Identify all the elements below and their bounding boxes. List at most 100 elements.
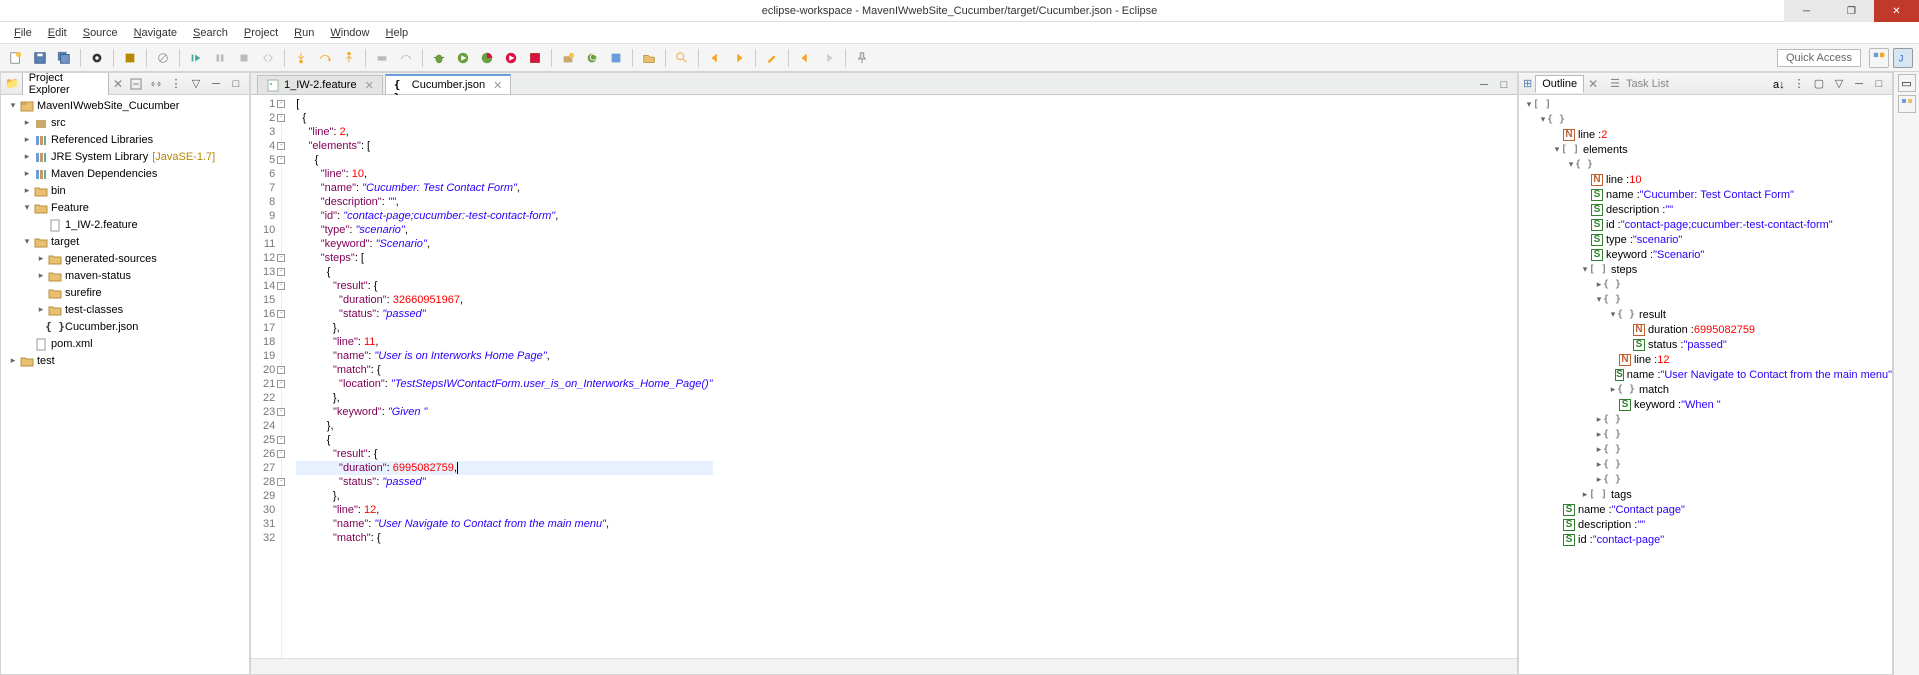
perspective-java-icon[interactable]: J — [1893, 48, 1913, 68]
tree-node[interactable]: ▾target — [1, 233, 249, 250]
outline-node[interactable]: Nline : 10 — [1519, 172, 1892, 187]
coverage-icon[interactable] — [477, 48, 497, 68]
pin-icon[interactable] — [852, 48, 872, 68]
close-icon[interactable]: ✕ — [1584, 77, 1602, 91]
menu-run[interactable]: Run — [286, 27, 322, 39]
tree-node[interactable]: ▸JRE System Library[JavaSE-1.7] — [1, 148, 249, 165]
maximize-icon[interactable]: □ — [1870, 75, 1888, 93]
runlast-icon[interactable] — [501, 48, 521, 68]
quick-access[interactable]: Quick Access — [1777, 49, 1861, 67]
outline-node[interactable]: ▸{ } — [1519, 457, 1892, 472]
tree-node[interactable]: 1_IW-2.feature — [1, 216, 249, 233]
outline-node[interactable]: Sstatus : "passed" — [1519, 337, 1892, 352]
view-menu-icon[interactable]: ▽ — [187, 75, 205, 93]
tree-node[interactable]: { }Cucumber.json — [1, 318, 249, 335]
menu-search[interactable]: Search — [185, 27, 236, 39]
outline-node[interactable]: ▸{ }match — [1519, 382, 1892, 397]
outline-node[interactable]: Nduration : 6995082759 — [1519, 322, 1892, 337]
menu-help[interactable]: Help — [378, 27, 417, 39]
search-icon[interactable] — [672, 48, 692, 68]
debug-icon[interactable] — [429, 48, 449, 68]
openfile-icon[interactable] — [639, 48, 659, 68]
project-tree[interactable]: ▾MavenIWwebSite_Cucumber▸src▸Referenced … — [1, 95, 249, 674]
filter-icon[interactable]: ⋮ — [1790, 75, 1808, 93]
annotation-prev-icon[interactable] — [705, 48, 725, 68]
outline-node[interactable]: ▾{ } — [1519, 292, 1892, 307]
tree-node[interactable]: ▸Referenced Libraries — [1, 131, 249, 148]
filter-icon[interactable]: ⋮ — [167, 75, 185, 93]
saveall-icon[interactable] — [54, 48, 74, 68]
outline-node[interactable]: Nline : 12 — [1519, 352, 1892, 367]
terminate-icon[interactable] — [234, 48, 254, 68]
perspective-open-icon[interactable] — [1869, 48, 1889, 68]
outline-tree[interactable]: ▾[ ]▾{ }Nline : 2▾[ ]elements▾{ }Nline :… — [1519, 95, 1892, 674]
resume-icon[interactable] — [186, 48, 206, 68]
outline-node[interactable]: ▾{ } — [1519, 112, 1892, 127]
tree-node[interactable]: pom.xml — [1, 335, 249, 352]
debug-skip-icon[interactable] — [153, 48, 173, 68]
window-maximize[interactable]: ❐ — [1829, 0, 1874, 22]
outline-node[interactable]: Sdescription : "" — [1519, 517, 1892, 532]
forward-icon[interactable] — [819, 48, 839, 68]
restore-view-icon[interactable]: ▭ — [1898, 74, 1916, 92]
tree-node[interactable]: ▸test-classes — [1, 301, 249, 318]
editor-hscroll[interactable] — [251, 658, 1517, 674]
outline-tab[interactable]: Outline — [1535, 75, 1584, 93]
outline-node[interactable]: ▸{ } — [1519, 427, 1892, 442]
collapse-all-icon[interactable] — [127, 75, 145, 93]
dropframe-icon[interactable] — [372, 48, 392, 68]
outline-node[interactable]: ▾[ ]elements — [1519, 142, 1892, 157]
newtype-icon[interactable] — [606, 48, 626, 68]
outline-node[interactable]: Skeyword : "When " — [1519, 397, 1892, 412]
editor-tab[interactable]: { }Cucumber.json✕ — [385, 74, 512, 94]
newpkg-icon[interactable] — [558, 48, 578, 68]
sort-icon[interactable]: a↓ — [1770, 75, 1788, 93]
outline-node[interactable]: ▸{ } — [1519, 412, 1892, 427]
maximize-icon[interactable]: □ — [227, 75, 245, 93]
new-icon[interactable] — [6, 48, 26, 68]
view-menu-icon[interactable]: ▽ — [1830, 75, 1848, 93]
close-icon[interactable]: ✕ — [493, 79, 502, 92]
outline-node[interactable]: Sname : "Cucumber: Test Contact Form" — [1519, 187, 1892, 202]
perspective-btn-icon[interactable] — [1898, 95, 1916, 113]
tree-node[interactable]: ▸Maven Dependencies — [1, 165, 249, 182]
stepover-icon[interactable] — [315, 48, 335, 68]
menu-file[interactable]: File — [6, 27, 40, 39]
menu-source[interactable]: Source — [75, 27, 126, 39]
outline-node[interactable]: ▸[ ]tags — [1519, 487, 1892, 502]
tree-node[interactable]: surefire — [1, 284, 249, 301]
tree-node[interactable]: ▸test — [1, 352, 249, 369]
newclass-icon[interactable]: C — [582, 48, 602, 68]
outline-node[interactable]: ▸{ } — [1519, 472, 1892, 487]
outline-node[interactable]: Skeyword : "Scenario" — [1519, 247, 1892, 262]
editor-tab[interactable]: 1_IW-2.feature✕ — [257, 75, 383, 94]
outline-node[interactable]: ▾{ } — [1519, 157, 1892, 172]
editor-minimize-icon[interactable]: ─ — [1475, 76, 1493, 94]
suspend-icon[interactable] — [210, 48, 230, 68]
tree-node[interactable]: ▾Feature — [1, 199, 249, 216]
link-editor-icon[interactable] — [147, 75, 165, 93]
outline-node[interactable]: Sid : "contact-page" — [1519, 532, 1892, 547]
menu-project[interactable]: Project — [236, 27, 286, 39]
close-icon[interactable]: ✕ — [365, 79, 374, 92]
editor-area[interactable]: 1-2-34-5-6789101112-13-14-1516-17181920-… — [251, 95, 1517, 658]
outline-node[interactable]: ▾[ ]steps — [1519, 262, 1892, 277]
outline-node[interactable]: ▸{ } — [1519, 277, 1892, 292]
external-icon[interactable] — [525, 48, 545, 68]
save-icon[interactable] — [30, 48, 50, 68]
window-minimize[interactable]: ─ — [1784, 0, 1829, 22]
outline-node[interactable]: Nline : 2 — [1519, 127, 1892, 142]
close-icon[interactable]: ✕ — [109, 77, 127, 91]
minimize-icon[interactable]: ─ — [1850, 75, 1868, 93]
disconnect-icon[interactable] — [258, 48, 278, 68]
tree-node[interactable]: ▸generated-sources — [1, 250, 249, 267]
stepinto-icon[interactable] — [291, 48, 311, 68]
tree-node[interactable]: ▸src — [1, 114, 249, 131]
annotation-next-icon[interactable] — [729, 48, 749, 68]
build-icon[interactable] — [120, 48, 140, 68]
outline-node[interactable]: Sid : "contact-page;cucumber:-test-conta… — [1519, 217, 1892, 232]
menu-navigate[interactable]: Navigate — [126, 27, 185, 39]
outline-node[interactable]: Sname : "Contact page" — [1519, 502, 1892, 517]
stepfilters-icon[interactable] — [396, 48, 416, 68]
outline-node[interactable]: ▾[ ] — [1519, 97, 1892, 112]
